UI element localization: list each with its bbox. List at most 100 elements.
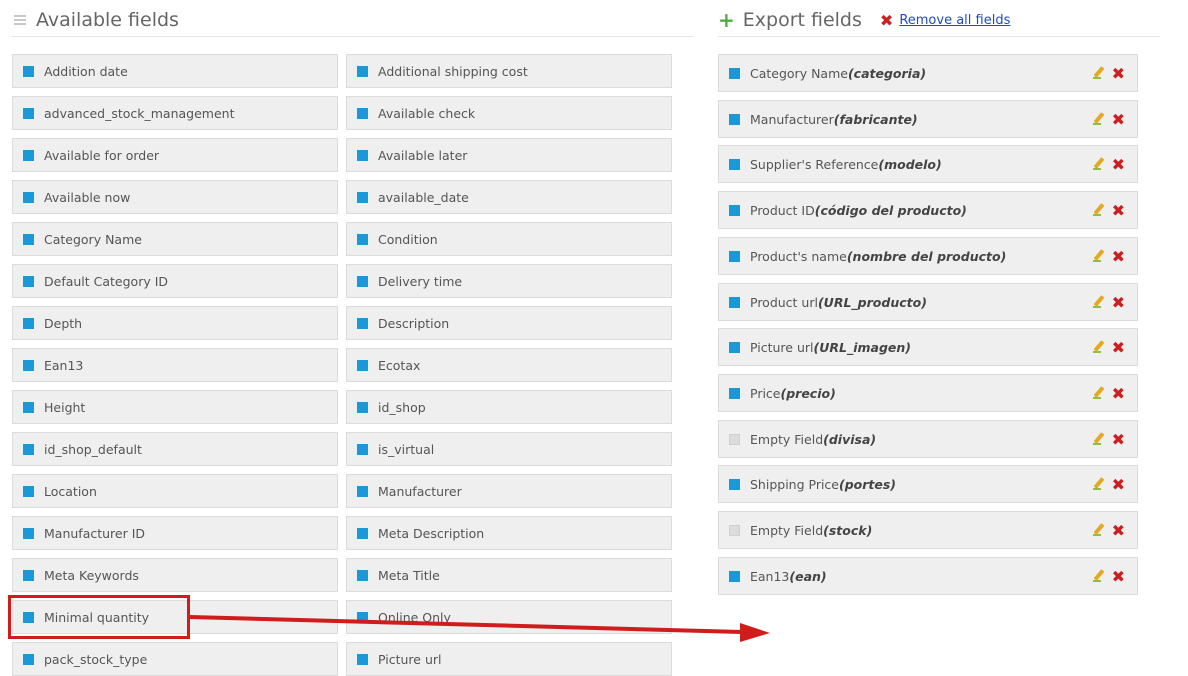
field-enabled-checkbox[interactable] (729, 296, 740, 308)
available-field-item[interactable]: Available check (346, 96, 672, 130)
field-enabled-checkbox[interactable] (729, 204, 740, 216)
export-field-item[interactable]: Price(precio) ✖ (718, 374, 1138, 412)
available-field-label: is_virtual (378, 441, 435, 457)
close-icon[interactable]: ✖ (1112, 521, 1125, 540)
export-field-item[interactable]: Picture url(URL_imagen) ✖ (718, 328, 1138, 366)
export-field-item[interactable]: Product's name(nombre del producto) ✖ (718, 237, 1138, 275)
field-checkbox-icon (23, 107, 34, 119)
available-field-item[interactable]: Addition date (12, 54, 338, 88)
available-field-item[interactable]: Manufacturer ID (12, 516, 338, 550)
export-field-item[interactable]: Product ID(código del producto) ✖ (718, 191, 1138, 229)
available-field-item[interactable]: advanced_stock_management (12, 96, 338, 130)
pencil-icon[interactable] (1092, 386, 1106, 400)
field-enabled-checkbox[interactable] (729, 250, 740, 262)
close-icon[interactable]: ✖ (1112, 293, 1125, 312)
available-field-item[interactable]: pack_stock_type (12, 642, 338, 676)
available-field-item[interactable]: Category Name (12, 222, 338, 256)
pencil-icon[interactable] (1092, 203, 1106, 217)
available-field-label: Additional shipping cost (378, 63, 528, 79)
available-field-item[interactable]: Picture url (346, 642, 672, 676)
export-field-item[interactable]: Manufacturer(fabricante) ✖ (718, 100, 1138, 138)
pencil-icon[interactable] (1092, 569, 1106, 583)
available-field-item[interactable]: id_shop_default (12, 432, 338, 466)
available-field-item[interactable]: Available later (346, 138, 672, 172)
pencil-icon[interactable] (1092, 112, 1106, 126)
pencil-icon[interactable] (1092, 523, 1106, 537)
field-enabled-checkbox[interactable] (729, 433, 740, 445)
export-field-label: Empty Field(divisa) (750, 432, 1092, 447)
close-icon[interactable]: ✖ (1112, 64, 1125, 83)
field-enabled-checkbox[interactable] (729, 570, 740, 582)
available-field-item[interactable]: Meta Title (346, 558, 672, 592)
close-icon[interactable]: ✖ (880, 11, 893, 30)
close-icon[interactable]: ✖ (1112, 155, 1125, 174)
export-field-item[interactable]: Category Name(categoria) ✖ (718, 54, 1138, 92)
close-icon[interactable]: ✖ (1112, 567, 1125, 586)
available-field-item[interactable]: Ecotax (346, 348, 672, 382)
available-field-item[interactable]: Minimal quantity (12, 600, 338, 634)
available-fields-heading: Available fields (12, 8, 694, 37)
available-field-item[interactable]: Available for order (12, 138, 338, 172)
available-field-item[interactable]: Depth (12, 306, 338, 340)
available-field-item[interactable]: Location (12, 474, 338, 508)
available-field-item[interactable]: Condition (346, 222, 672, 256)
close-icon[interactable]: ✖ (1112, 430, 1125, 449)
field-enabled-checkbox[interactable] (729, 478, 740, 490)
field-enabled-checkbox[interactable] (729, 341, 740, 353)
available-field-item[interactable]: Manufacturer (346, 474, 672, 508)
close-icon[interactable]: ✖ (1112, 384, 1125, 403)
pencil-icon[interactable] (1092, 66, 1106, 80)
field-enabled-checkbox[interactable] (729, 113, 740, 125)
available-field-item[interactable]: Meta Description (346, 516, 672, 550)
pencil-icon[interactable] (1092, 477, 1106, 491)
field-enabled-checkbox[interactable] (729, 387, 740, 399)
available-field-item[interactable]: id_shop (346, 390, 672, 424)
available-field-item[interactable]: Height (12, 390, 338, 424)
close-icon[interactable]: ✖ (1112, 475, 1125, 494)
export-fields-heading: + Export fields ✖ Remove all fields (718, 8, 1160, 37)
available-field-item[interactable]: is_virtual (346, 432, 672, 466)
available-field-label: Meta Description (378, 525, 485, 541)
available-field-item[interactable]: Online Only (346, 600, 672, 634)
pencil-icon[interactable] (1092, 340, 1106, 354)
export-field-item[interactable]: Product url(URL_producto) ✖ (718, 283, 1138, 321)
field-checkbox-icon (357, 527, 368, 539)
export-field-item[interactable]: Shipping Price(portes) ✖ (718, 465, 1138, 503)
export-field-item[interactable]: Ean13(ean) ✖ (718, 557, 1138, 595)
available-field-item[interactable]: Meta Keywords (12, 558, 338, 592)
field-enabled-checkbox[interactable] (729, 524, 740, 536)
close-icon[interactable]: ✖ (1112, 247, 1125, 266)
pencil-icon[interactable] (1092, 295, 1106, 309)
export-field-alias: (fabricante) (833, 111, 918, 127)
remove-all-fields-link[interactable]: Remove all fields (899, 13, 1010, 28)
available-field-item[interactable]: Delivery time (346, 264, 672, 298)
field-enabled-checkbox[interactable] (729, 67, 740, 79)
field-enabled-checkbox[interactable] (729, 158, 740, 170)
export-field-alias: (categoria) (847, 65, 927, 81)
available-field-item[interactable]: Available now (12, 180, 338, 214)
close-icon[interactable]: ✖ (1112, 110, 1125, 129)
export-field-label: Picture url(URL_imagen) (750, 340, 1092, 355)
export-fields-panel: + Export fields ✖ Remove all fields Cate… (718, 8, 1160, 595)
field-checkbox-icon (357, 653, 368, 665)
available-field-item[interactable]: Ean13 (12, 348, 338, 382)
close-icon[interactable]: ✖ (1112, 201, 1125, 220)
pencil-icon[interactable] (1092, 157, 1106, 171)
available-field-item[interactable]: Additional shipping cost (346, 54, 672, 88)
export-field-item[interactable]: Empty Field(stock) ✖ (718, 511, 1138, 549)
pencil-icon[interactable] (1092, 432, 1106, 446)
available-field-item[interactable]: Default Category ID (12, 264, 338, 298)
available-field-item[interactable]: Description (346, 306, 672, 340)
close-icon[interactable]: ✖ (1112, 338, 1125, 357)
export-field-item[interactable]: Supplier's Reference(modelo) ✖ (718, 145, 1138, 183)
available-field-item[interactable]: available_date (346, 180, 672, 214)
available-field-label: Default Category ID (44, 273, 169, 289)
available-field-label: Addition date (44, 63, 128, 79)
field-checkbox-icon (357, 65, 368, 77)
available-fields-title: Available fields (36, 9, 179, 31)
export-field-item[interactable]: Empty Field(divisa) ✖ (718, 420, 1138, 458)
available-field-label: Manufacturer (378, 483, 462, 499)
field-checkbox-icon (23, 611, 34, 623)
pencil-icon[interactable] (1092, 249, 1106, 263)
available-field-label: Condition (378, 231, 438, 247)
